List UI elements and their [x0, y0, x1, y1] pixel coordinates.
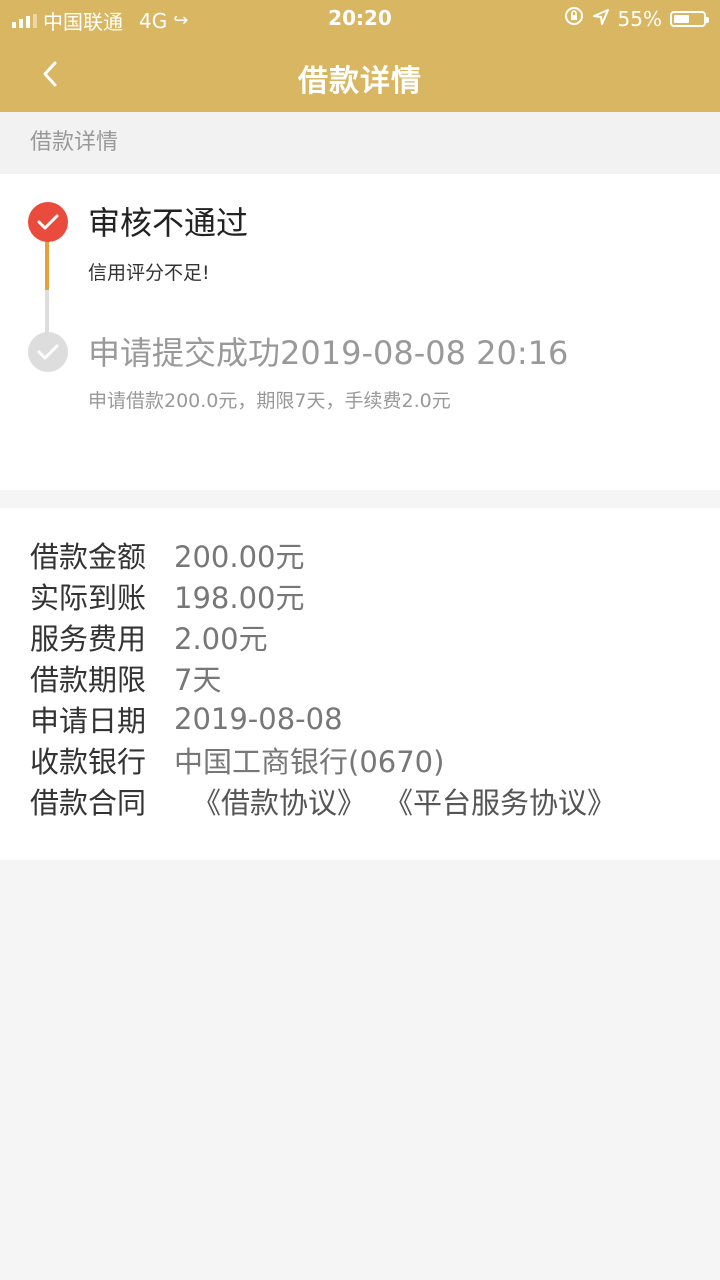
- check-icon: [28, 202, 68, 242]
- detail-label: 收款银行: [30, 744, 147, 779]
- detail-row-contract: 借款合同 《借款协议》 《平台服务协议》: [0, 780, 720, 821]
- detail-row-term: 借款期限 7天: [0, 657, 720, 698]
- loan-agreement-link[interactable]: 《借款协议》: [192, 780, 366, 822]
- platform-service-agreement-link[interactable]: 《平台服务协议》: [384, 780, 616, 822]
- step-title: 审核不通过: [88, 204, 249, 242]
- status-timeline: 审核不通过 信用评分不足! 申请提交成功2019-08-08 20:16 申请借…: [0, 174, 720, 490]
- step-title: 申请提交成功2019-08-08 20:16: [88, 334, 569, 372]
- section-label: 借款详情: [0, 112, 720, 174]
- battery-level: [674, 14, 690, 23]
- detail-label: 实际到账: [30, 580, 147, 615]
- detail-label: 借款合同: [30, 785, 147, 820]
- detail-label: 服务费用: [30, 621, 147, 656]
- battery-percent: 55%: [617, 6, 662, 31]
- rotation-lock-icon: [564, 6, 584, 31]
- app-header: 中国联通 4G ↪ 20:20 55% 借款详情: [0, 0, 720, 112]
- detail-value: 中国工商银行(0670): [174, 744, 445, 779]
- detail-value: 198.00元: [174, 580, 305, 615]
- detail-value: 200.00元: [174, 539, 305, 574]
- battery-icon: [670, 10, 709, 27]
- detail-label: 借款期限: [30, 662, 147, 697]
- nav-bar: 借款详情: [0, 38, 720, 112]
- detail-row-date: 申请日期 2019-08-08: [0, 698, 720, 739]
- detail-row-bank: 收款银行 中国工商银行(0670): [0, 739, 720, 780]
- status-bar: 中国联通 4G ↪ 20:20 55%: [0, 0, 720, 38]
- page-title: 借款详情: [298, 64, 422, 99]
- detail-row-received: 实际到账 198.00元: [0, 575, 720, 616]
- detail-value: 2019-08-08: [174, 701, 343, 736]
- check-icon: [28, 332, 68, 372]
- step-desc: 申请借款200.0元，期限7天，手续费2.0元: [88, 390, 451, 412]
- detail-row-fee: 服务费用 2.00元: [0, 616, 720, 657]
- detail-label: 申请日期: [30, 703, 147, 738]
- detail-value: 7天: [174, 662, 222, 697]
- loan-details: 借款金额 200.00元 实际到账 198.00元 服务费用 2.00元 借款期…: [0, 508, 720, 860]
- timeline-line-inactive: [45, 290, 49, 334]
- detail-label: 借款金额: [30, 539, 147, 574]
- timeline-line-active: [45, 238, 49, 290]
- detail-value: 2.00元: [174, 621, 268, 656]
- location-icon: [592, 7, 610, 31]
- detail-row-amount: 借款金额 200.00元: [0, 534, 720, 575]
- step-desc: 信用评分不足!: [88, 262, 210, 284]
